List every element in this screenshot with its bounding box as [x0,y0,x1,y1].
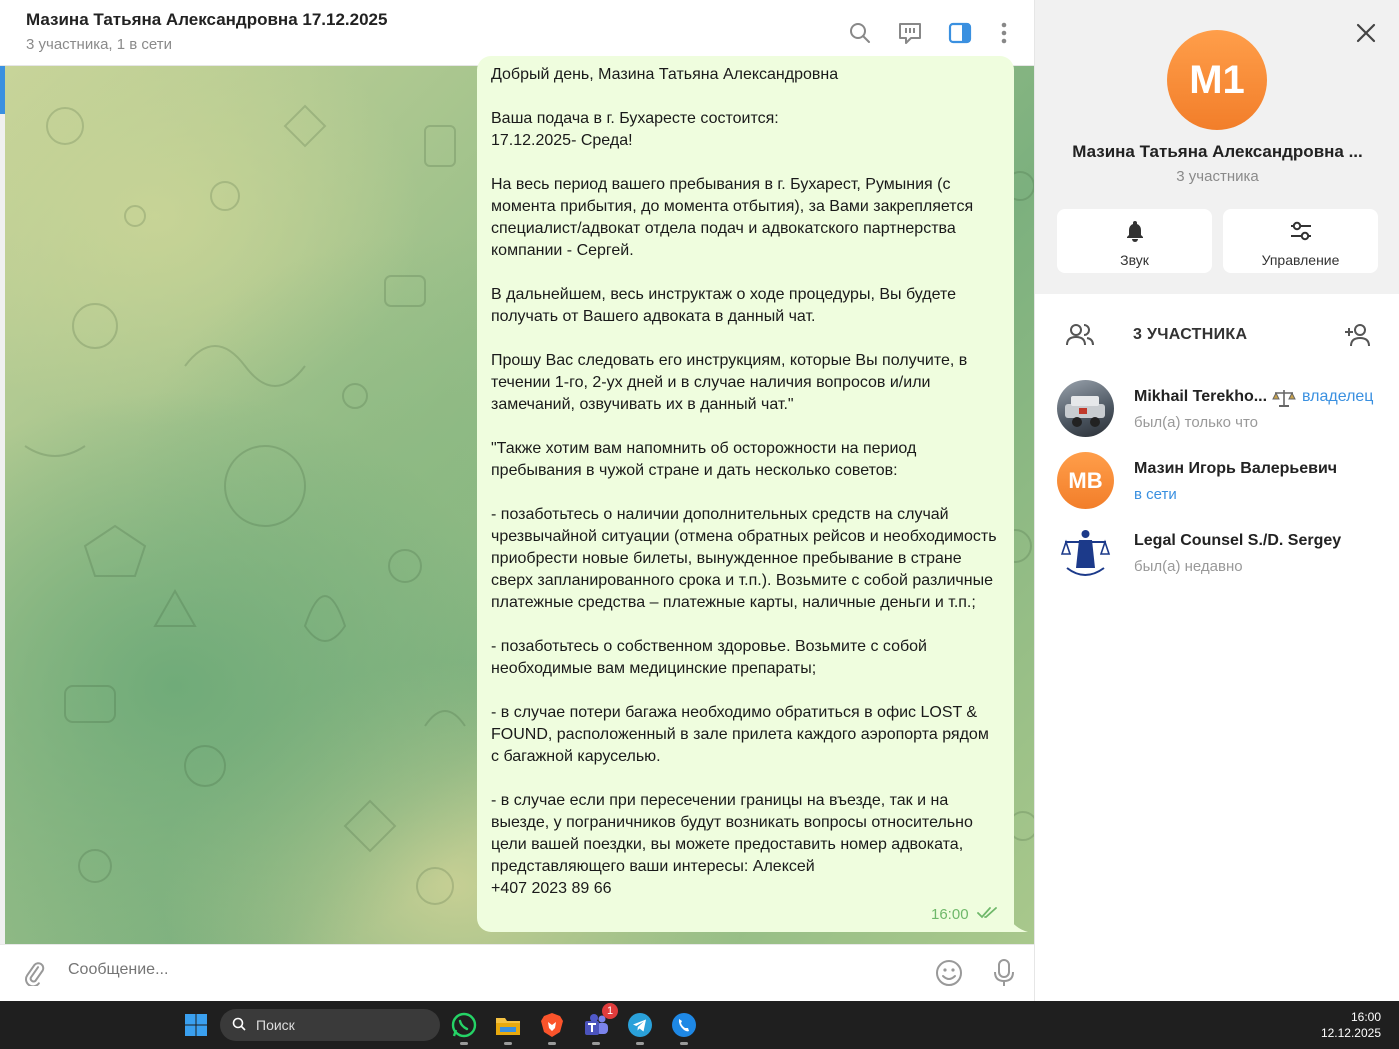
panel-header: М1 Мазина Татьяна Александровна ... 3 уч… [1035,0,1399,294]
member-avatar-photo [1057,380,1114,437]
emoji-icon[interactable] [933,957,965,989]
member-role: владелец [1302,388,1374,405]
file-explorer-icon[interactable] [492,1009,524,1045]
bubble-tail [1008,916,1028,932]
taskbar-search-label: Поиск [256,1017,295,1033]
member-status: в сети [1134,486,1177,503]
teams-icon[interactable]: 1 [580,1003,618,1045]
sidebar-toggle-icon[interactable] [945,18,975,48]
users-icon [1065,322,1095,353]
group-member-count: 3 участника [1176,168,1259,185]
clock-date: 12.12.2025 [1320,1026,1381,1040]
chat-pane: Мазина Татьяна Александровна 17.12.2025 … [0,0,1034,1001]
member-item[interactable]: МВ Мазин Игорь Валерьевич в сети [1035,452,1399,516]
running-indicator [592,1042,600,1045]
member-name: Legal Counsel S./D. Sergey [1134,532,1342,549]
close-icon[interactable] [1353,20,1379,46]
member-item[interactable]: Legal Counsel S./D. Sergey был(а) недавн… [1035,524,1399,588]
search-icon [232,1017,246,1034]
member-name: Mikhail Terekho... [1134,388,1268,405]
members-title: 3 УЧАСТНИКА [1133,326,1248,343]
member-status: был(а) недавно [1134,558,1243,575]
notification-badge: 1 [602,1003,618,1019]
sliders-icon [1288,219,1314,248]
search-icon[interactable] [845,18,875,48]
chat-info-panel: М1 Мазина Татьяна Александровна ... 3 уч… [1034,0,1399,1001]
running-indicator [636,1042,644,1045]
member-item[interactable]: Mikhail Terekho... владелец был(а) тольк… [1035,380,1399,444]
running-indicator [680,1042,688,1045]
microphone-icon[interactable] [988,957,1020,989]
message-input[interactable] [68,961,888,979]
chat-title[interactable]: Мазина Татьяна Александровна 17.12.2025 [26,10,387,30]
comments-icon[interactable] [895,18,925,48]
message-meta: 16:00 [931,906,999,923]
windows-start-icon[interactable] [180,1009,212,1041]
running-indicator [460,1042,468,1045]
member-avatar-initials: МВ [1057,452,1114,509]
message-time: 16:00 [931,906,969,923]
telegram-icon[interactable] [624,1009,656,1045]
brave-browser-icon[interactable] [536,1009,568,1045]
more-options-icon[interactable] [989,18,1019,48]
telegram-window: Мазина Татьяна Александровна 17.12.2025 … [0,0,1399,1001]
sound-button[interactable]: Звук [1057,209,1212,273]
attach-icon[interactable] [18,957,50,989]
running-indicator [548,1042,556,1045]
scales-icon [1272,388,1296,413]
message-text: Добрый день, Мазина Татьяна Александровн… [491,66,997,897]
member-avatar-logo [1057,524,1114,581]
group-avatar[interactable]: М1 [1167,30,1267,130]
message-composer [0,944,1034,1001]
windows-taskbar: Поиск 1 16:00 12.12.2025 [0,1001,1399,1049]
chat-subtitle: 3 участника, 1 в сети [26,36,173,53]
running-indicator [504,1042,512,1045]
member-status: был(а) только что [1134,414,1259,431]
phone-app-icon[interactable] [668,1009,700,1045]
group-name: Мазина Татьяна Александровна ... [1072,142,1363,161]
bell-icon [1123,219,1147,248]
double-check-icon [976,906,999,923]
taskbar-search[interactable]: Поиск [220,1009,440,1041]
taskbar-clock[interactable]: 16:00 12.12.2025 [1321,1009,1381,1041]
clock-time: 16:00 [1350,1010,1381,1024]
members-header: 3 УЧАСТНИКА [1035,310,1399,360]
manage-label: Управление [1261,252,1340,268]
member-name: Мазин Игорь Валерьевич [1134,460,1338,477]
whatsapp-icon[interactable] [448,1009,480,1045]
add-member-icon[interactable] [1343,322,1373,353]
manage-button[interactable]: Управление [1223,209,1378,273]
sound-label: Звук [1120,252,1149,268]
